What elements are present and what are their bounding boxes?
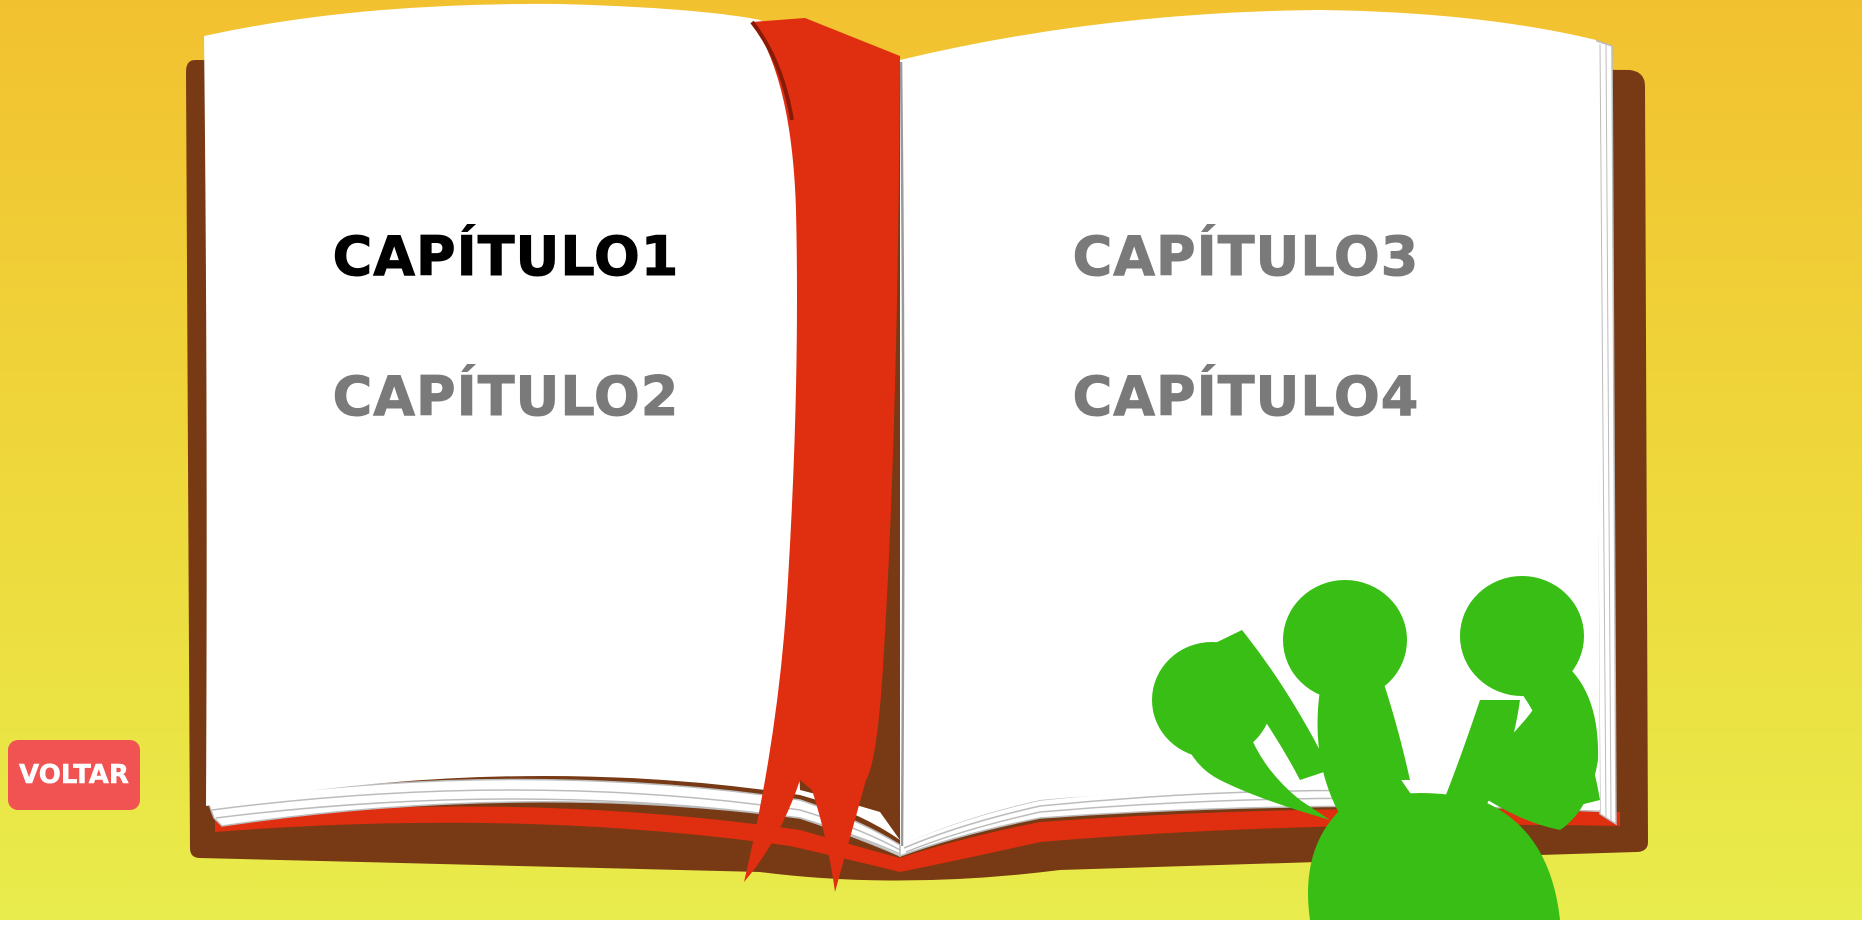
back-button[interactable]: VOLTAR — [8, 740, 140, 810]
book-illustration — [186, 3, 1648, 920]
chapter-2-button[interactable]: CAPÍTULO2 — [296, 356, 716, 436]
chapter-4-button[interactable]: CAPÍTULO4 — [1036, 356, 1456, 436]
back-button-label: VOLTAR — [19, 760, 129, 791]
game-scene: CAPÍTULO1 CAPÍTULO2 CAPÍTULO3 CAPÍTULO4 … — [0, 0, 1862, 920]
chapter-1-button[interactable]: CAPÍTULO1 — [296, 216, 716, 296]
chapter-3-button[interactable]: CAPÍTULO3 — [1036, 216, 1456, 296]
